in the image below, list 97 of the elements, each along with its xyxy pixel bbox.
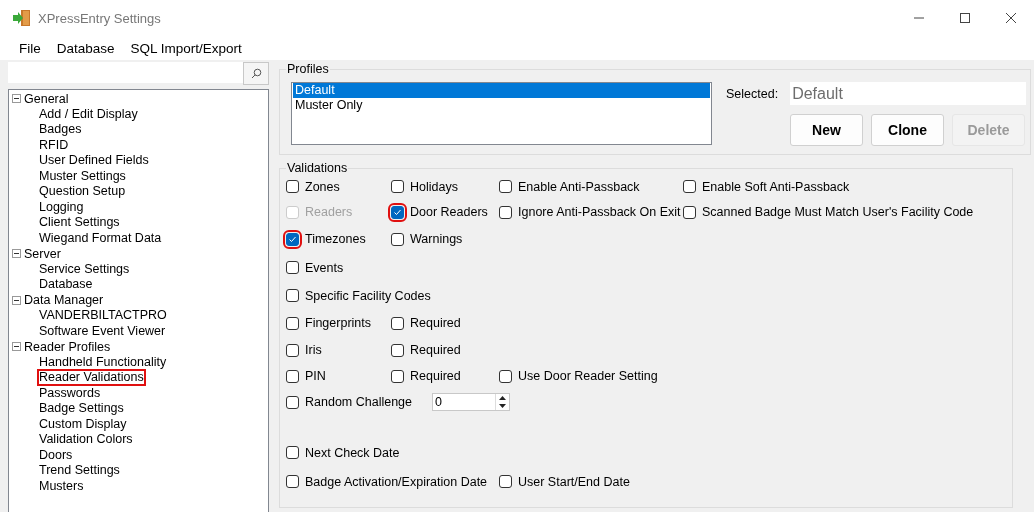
tree-item[interactable]: Musters <box>39 479 84 493</box>
checkbox-label: Timezones <box>305 232 366 246</box>
checkbox[interactable] <box>286 475 299 488</box>
collapse-icon[interactable] <box>12 342 21 352</box>
tree-item[interactable]: Wiegand Format Data <box>39 231 162 245</box>
checkbox-label: Scanned Badge Must Match User's Facility Code <box>702 205 974 219</box>
menu-item[interactable]: File <box>11 40 49 56</box>
checkbox[interactable] <box>391 343 404 357</box>
tree-item[interactable]: General <box>24 91 69 106</box>
checkbox-label: Ignore Anti-Passback On Exit <box>518 205 681 219</box>
checkbox[interactable] <box>499 475 512 488</box>
tree-item[interactable]: Logging <box>39 200 84 214</box>
collapse-icon[interactable] <box>12 249 21 259</box>
checkbox[interactable] <box>391 232 404 246</box>
checkbox-label: Readers <box>305 205 353 219</box>
collapse-icon[interactable] <box>12 295 21 305</box>
checkbox-label: Zones <box>305 179 340 194</box>
tree-item[interactable]: VANDERBILTACTPRO <box>39 309 167 323</box>
group-title: Profiles <box>286 62 330 76</box>
group-title: Validations <box>286 161 349 175</box>
tree-item[interactable]: Client Settings <box>39 216 120 230</box>
checkbox[interactable] <box>499 205 512 219</box>
menu-item[interactable]: Database <box>48 40 123 56</box>
list-item[interactable]: Default <box>293 83 710 98</box>
profile-list[interactable]: Default Muster Only <box>291 82 712 145</box>
checkbox[interactable] <box>286 343 299 357</box>
checkbox-label: Events <box>305 260 344 275</box>
checkbox-label: Specific Facility Codes <box>305 288 431 303</box>
tree-item[interactable]: Handheld Functionality <box>39 355 167 369</box>
checkbox-label: User Start/End Date <box>518 474 630 489</box>
tree-item[interactable]: Software Event Viewer <box>39 324 166 338</box>
checkbox-label: Fingerprints <box>305 316 371 330</box>
checkbox[interactable] <box>391 205 404 219</box>
check-icon <box>393 207 402 217</box>
check-icon <box>288 234 297 244</box>
checkbox[interactable] <box>286 395 299 409</box>
checkbox-label: Next Check Date <box>305 445 400 460</box>
checkbox[interactable] <box>683 180 696 193</box>
checkbox[interactable] <box>286 261 299 274</box>
search-field[interactable] <box>8 62 243 83</box>
search-icon <box>250 68 262 79</box>
field-label: Selected: <box>726 86 779 101</box>
tree-item[interactable]: Add / Edit Display <box>39 107 138 121</box>
checkbox-label: Holidays <box>410 179 458 194</box>
list-item[interactable]: Muster Only <box>293 98 710 113</box>
app-logo-icon <box>12 9 32 27</box>
selected-field[interactable]: Default <box>790 82 1027 105</box>
checkbox-label: Enable Soft Anti-Passback <box>702 179 850 194</box>
checkbox[interactable] <box>683 205 696 219</box>
checkbox[interactable] <box>286 446 299 459</box>
checkbox[interactable] <box>286 316 299 330</box>
tree-item[interactable]: RFID <box>39 138 69 152</box>
action-button[interactable]: New <box>790 114 863 146</box>
checkbox[interactable] <box>286 232 299 246</box>
tree-item[interactable]: Passwords <box>39 386 101 400</box>
tree-item[interactable]: Reader Validations <box>39 371 144 385</box>
checkbox[interactable] <box>286 180 299 193</box>
checkbox-label: Use Door Reader Setting <box>518 369 658 383</box>
collapse-icon[interactable] <box>12 94 21 104</box>
checkbox[interactable] <box>391 180 404 193</box>
tree-item[interactable]: Service Settings <box>39 262 130 276</box>
tree-item[interactable]: Doors <box>39 448 73 462</box>
tree-item[interactable]: Trend Settings <box>39 464 120 478</box>
tree-item[interactable]: Custom Display <box>39 417 127 431</box>
tree-item[interactable]: Reader Profiles <box>24 339 111 354</box>
maximize-icon <box>959 12 971 24</box>
tree-item[interactable]: User Defined Fields <box>39 154 149 168</box>
tree-item[interactable]: Data Manager <box>24 293 104 308</box>
window-title: XPressEntry Settings <box>38 10 162 26</box>
number-spinner[interactable]: 0 <box>432 393 510 411</box>
checkbox-label: Required <box>410 316 461 330</box>
action-button[interactable]: Clone <box>871 114 944 146</box>
search-button[interactable] <box>243 62 269 85</box>
checkbox-label: Door Readers <box>410 205 488 219</box>
tree-item[interactable]: Database <box>39 278 93 292</box>
checkbox-label: Required <box>410 369 461 383</box>
checkbox-label: Enable Anti-Passback <box>518 179 640 194</box>
checkbox[interactable] <box>286 369 299 383</box>
checkbox-label: Iris <box>305 343 322 357</box>
tree-item[interactable]: Badge Settings <box>39 402 124 416</box>
tree-item[interactable]: Muster Settings <box>39 169 126 183</box>
close-icon <box>1005 12 1017 24</box>
menu-item[interactable]: SQL Import/Export <box>122 40 250 56</box>
checkbox[interactable] <box>499 369 512 383</box>
checkbox-label: Badge Activation/Expiration Date <box>305 474 488 489</box>
checkbox-label: PIN <box>305 369 326 383</box>
checkbox-label: Random Challenge <box>305 395 412 409</box>
checkbox-label: Warnings <box>410 232 463 246</box>
checkbox-label: Required <box>410 343 461 357</box>
checkbox[interactable] <box>286 289 299 302</box>
tree-item[interactable]: Badges <box>39 123 82 137</box>
checkbox[interactable] <box>391 369 404 383</box>
tree-item[interactable]: Server <box>24 246 61 261</box>
checkbox[interactable] <box>391 316 404 330</box>
checkbox[interactable] <box>499 180 512 193</box>
tree-item[interactable]: Validation Colors <box>39 433 133 447</box>
tree-item[interactable]: Question Setup <box>39 185 126 199</box>
